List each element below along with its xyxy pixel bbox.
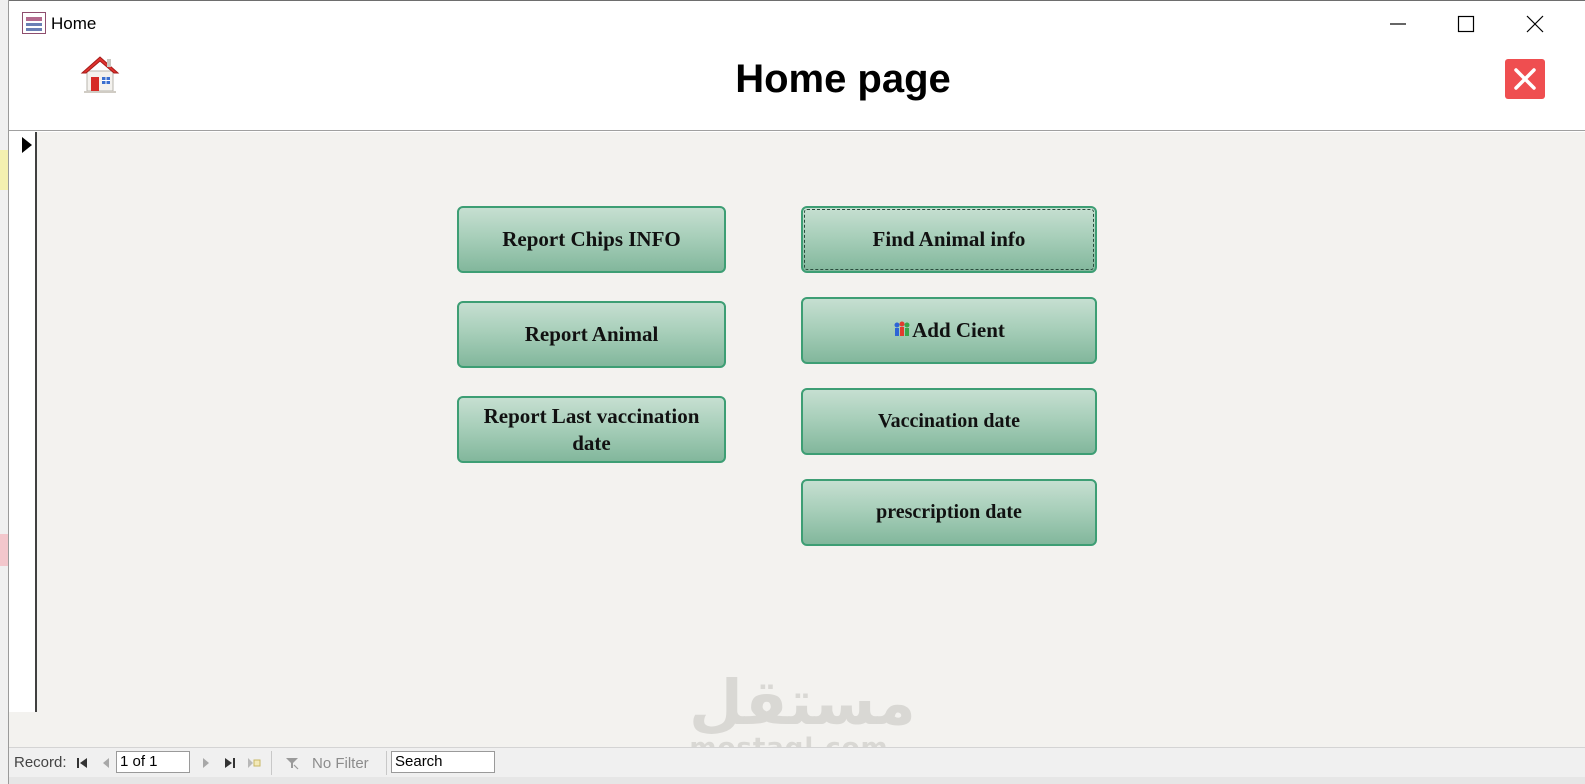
background-highlight xyxy=(0,150,8,190)
record-navigation-bar: Record: 1 of 1 No Filter Search xyxy=(9,747,1585,777)
separator xyxy=(271,751,272,775)
window-bottom-edge xyxy=(9,777,1585,784)
minimize-button[interactable] xyxy=(1375,7,1421,41)
home-form-window: Home Home page Report Chips INFO Report … xyxy=(9,0,1585,784)
add-client-label: Add Cient xyxy=(912,318,1005,343)
prescription-date-button[interactable]: prescription date xyxy=(801,479,1097,546)
close-form-button[interactable] xyxy=(1505,59,1545,99)
window-title: Home xyxy=(51,14,97,33)
maximize-button[interactable] xyxy=(1443,7,1489,41)
report-last-vaccination-button[interactable]: Report Last vaccination date xyxy=(457,396,726,463)
next-record-icon[interactable] xyxy=(199,756,213,770)
new-record-icon[interactable] xyxy=(247,756,261,770)
report-chips-info-button[interactable]: Report Chips INFO xyxy=(457,206,726,273)
window-close-button[interactable] xyxy=(1512,7,1558,41)
current-record-arrow-icon xyxy=(22,137,32,153)
search-input[interactable]: Search xyxy=(391,751,495,773)
form-detail: Report Chips INFO Report Animal Report L… xyxy=(9,132,1585,762)
report-animal-button[interactable]: Report Animal xyxy=(457,301,726,368)
close-icon xyxy=(1514,68,1536,90)
record-label: Record: xyxy=(14,754,67,771)
close-icon xyxy=(1526,15,1544,33)
filter-status[interactable]: No Filter xyxy=(312,755,369,772)
form-header: Home page xyxy=(9,47,1585,131)
add-people-icon xyxy=(894,321,910,336)
background-highlight-pink xyxy=(0,534,8,566)
first-record-icon[interactable] xyxy=(75,756,89,770)
maximize-icon xyxy=(1457,15,1475,33)
vaccination-date-button[interactable]: Vaccination date xyxy=(801,388,1097,455)
form-icon xyxy=(22,12,46,34)
separator xyxy=(386,751,387,775)
add-client-button[interactable]: Add Cient xyxy=(801,297,1097,364)
screen: Home Home page Report Chips INFO Report … xyxy=(0,0,1585,784)
background-window-edge xyxy=(0,0,9,784)
title-bar[interactable]: Home xyxy=(9,1,1585,47)
last-record-icon[interactable] xyxy=(223,756,237,770)
record-selector[interactable] xyxy=(9,132,37,712)
page-title: Home page xyxy=(735,57,951,101)
filter-icon xyxy=(286,758,299,770)
minimize-icon xyxy=(1390,23,1406,25)
find-animal-info-button[interactable]: Find Animal info xyxy=(801,206,1097,273)
previous-record-icon[interactable] xyxy=(99,756,113,770)
watermark-arabic: مستقل xyxy=(689,666,916,739)
current-record-field[interactable]: 1 of 1 xyxy=(116,751,190,773)
